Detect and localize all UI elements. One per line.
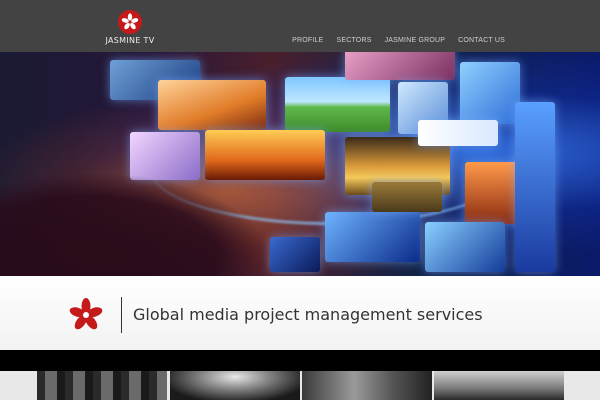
brand-name: JASMINE TV <box>105 36 155 45</box>
jasmine-flower-icon <box>118 10 142 34</box>
screen-tile <box>285 77 390 132</box>
tagline-text: Global media project management services <box>133 305 483 324</box>
nav-item-contact-us[interactable]: CONTACT US <box>458 37 505 44</box>
screen-tile <box>270 237 320 272</box>
screen-tile <box>372 182 442 212</box>
main-nav: PROFILE SECTORS JASMINE GROUP CONTACT US <box>292 37 505 44</box>
nav-item-sectors[interactable]: SECTORS <box>336 37 371 44</box>
thumbnail-row <box>0 371 600 400</box>
screen-tile <box>418 120 498 146</box>
screen-tile <box>158 80 266 130</box>
dark-swoop-decoration <box>0 172 270 276</box>
jasmine-flower-icon <box>68 298 104 332</box>
editing-suite-thumbnail[interactable] <box>37 371 167 400</box>
screen-tile <box>425 222 505 272</box>
site-header: JASMINE TV PROFILE SECTORS JASMINE GROUP… <box>0 0 600 52</box>
nav-item-jasmine-group[interactable]: JASMINE GROUP <box>385 37 446 44</box>
film-crew-thumbnail[interactable] <box>302 371 432 400</box>
screen-tile <box>460 62 520 124</box>
tagline-divider <box>121 297 122 333</box>
section-divider-strip <box>0 350 600 371</box>
screen-tile <box>325 212 420 262</box>
hero-banner <box>0 52 600 276</box>
concert-stage-thumbnail[interactable] <box>170 371 300 400</box>
channel-branding-thumbnail[interactable] <box>434 371 564 400</box>
nav-item-profile[interactable]: PROFILE <box>292 37 323 44</box>
screen-tile <box>345 52 455 80</box>
screen-tile <box>515 102 555 272</box>
brand-logo[interactable]: JASMINE TV <box>100 10 160 46</box>
